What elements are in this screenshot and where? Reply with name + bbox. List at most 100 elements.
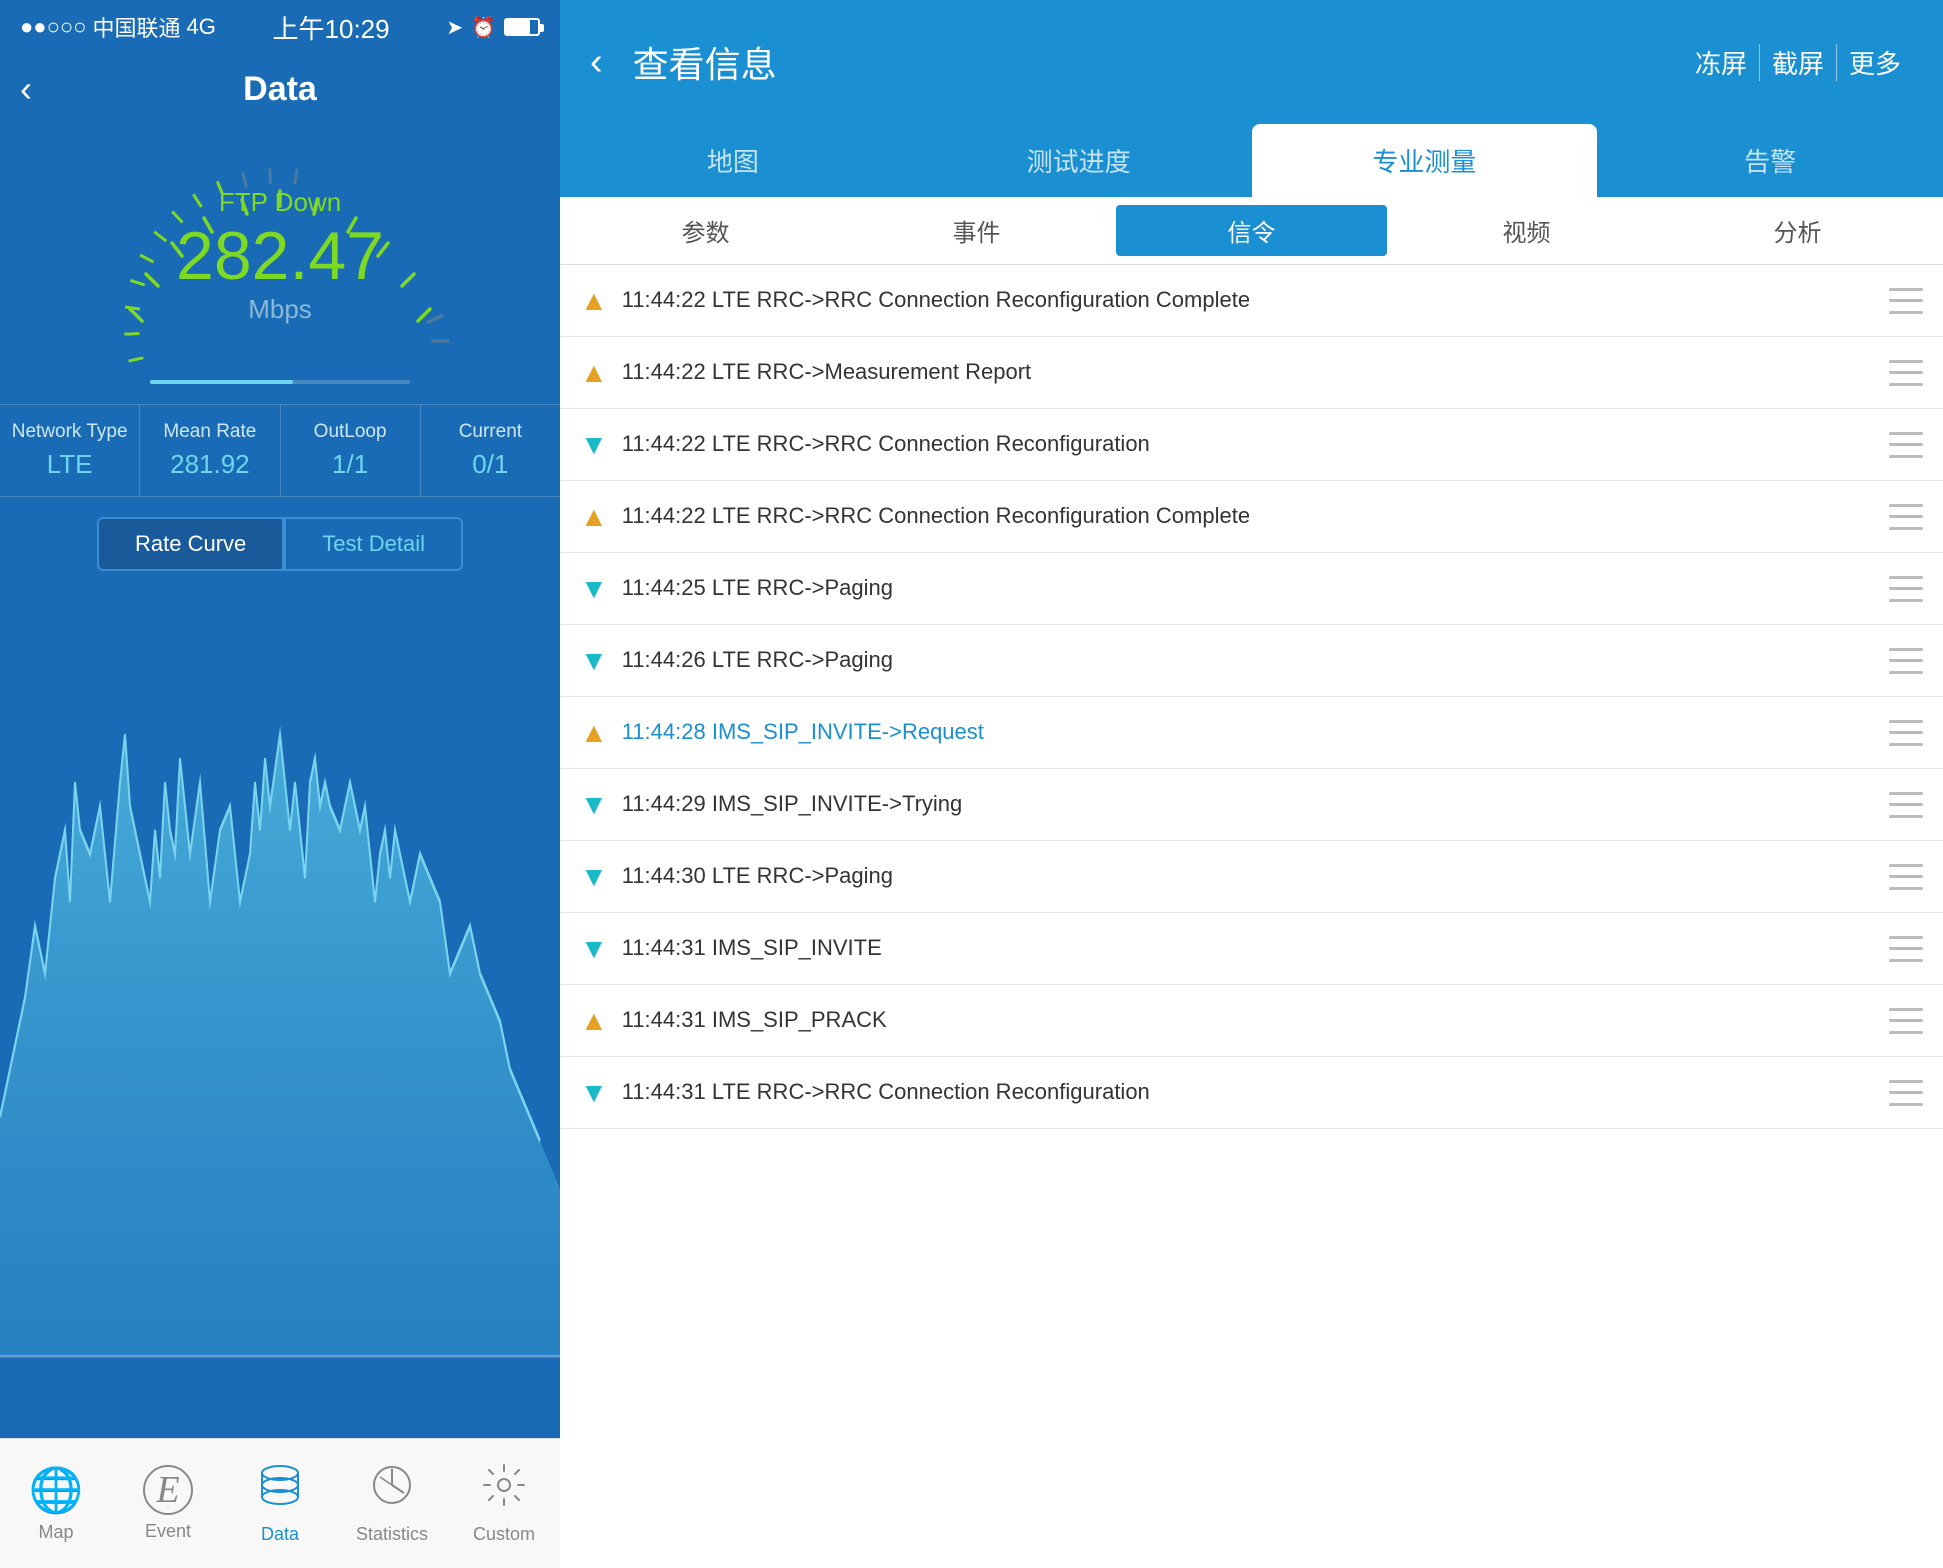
signal-text: 11:44:22 LTE RRC->RRC Connection Reconfi…: [622, 285, 1879, 316]
signal-menu-icon[interactable]: [1889, 792, 1923, 818]
network-type: 4G: [186, 14, 215, 40]
arrow-up-icon: ▲: [580, 1005, 608, 1037]
nav-event[interactable]: E Event: [112, 1439, 224, 1568]
freeze-button[interactable]: 冻屏: [1683, 44, 1760, 81]
gauge-text: FTP Down 282.47 Mbps: [176, 187, 384, 325]
signal-item[interactable]: ▲ 11:44:22 LTE RRC->RRC Connection Reconf…: [560, 265, 1943, 337]
signal-menu-icon[interactable]: [1889, 864, 1923, 890]
signal-menu-icon[interactable]: [1889, 720, 1923, 746]
tab-analysis[interactable]: 分析: [1662, 197, 1933, 264]
data-icon: [258, 1463, 302, 1518]
signal-dots: ●●○○○: [20, 14, 86, 40]
arrow-down-icon: ▼: [580, 789, 608, 821]
screenshot-button[interactable]: 截屏: [1760, 44, 1837, 81]
alarm-icon: ⏰: [471, 15, 496, 40]
arrow-up-icon: ▲: [580, 717, 608, 749]
signal-item[interactable]: ▼11:44:25 LTE RRC->Paging: [560, 553, 1943, 625]
signal-text: 11:44:31 IMS_SIP_INVITE: [622, 933, 1879, 964]
right-back-button[interactable]: ‹: [590, 41, 603, 84]
tab-signaling[interactable]: 信令: [1116, 205, 1387, 256]
carrier-name: 中国联通: [92, 11, 180, 43]
signal-item[interactable]: ▼ 11:44:29 IMS_SIP_INVITE->Trying: [560, 769, 1943, 841]
signal-menu-icon[interactable]: [1889, 288, 1923, 314]
stat-network-type: Network Type LTE: [0, 405, 140, 496]
nav-data[interactable]: Data: [224, 1439, 336, 1568]
progress-bar: [150, 380, 410, 384]
stat-network-type-value: LTE: [47, 449, 93, 480]
gauge-label: FTP Down: [176, 187, 384, 218]
nav-event-label: Event: [145, 1521, 191, 1542]
arrow-down-icon: ▼: [580, 1077, 608, 1109]
signal-text: 11:44:25 LTE RRC->Paging: [622, 573, 1879, 604]
signal-menu-icon[interactable]: [1889, 1080, 1923, 1106]
arrow-up-icon: ▲: [580, 501, 608, 533]
arrow-up-icon: ▲: [580, 285, 608, 317]
signal-menu-icon[interactable]: [1889, 576, 1923, 602]
signal-list: ▲ 11:44:22 LTE RRC->RRC Connection Reconf…: [560, 265, 1943, 1568]
status-time: 上午10:29: [273, 9, 390, 46]
nav-custom[interactable]: Custom: [448, 1439, 560, 1568]
tab-alarm[interactable]: 告警: [1597, 124, 1943, 197]
more-button[interactable]: 更多: [1837, 44, 1913, 81]
tab-events[interactable]: 事件: [841, 197, 1112, 264]
bottom-nav: 🌐 Map E Event Data Statistics Custom: [0, 1438, 560, 1568]
signal-item[interactable]: ▼11:44:22 LTE RRC->RRC Connection Reconf…: [560, 409, 1943, 481]
back-button[interactable]: ‹: [20, 68, 32, 110]
stat-outloop-label: OutLoop: [314, 421, 387, 443]
signal-text: 11:44:28 IMS_SIP_INVITE->Request: [622, 717, 1879, 748]
signal-menu-icon[interactable]: [1889, 1008, 1923, 1034]
right-header: ‹ 查看信息 冻屏 截屏 更多: [560, 0, 1943, 124]
arrow-down-icon: ▼: [580, 429, 608, 461]
tab-test-detail[interactable]: Test Detail: [284, 517, 463, 571]
signal-menu-icon[interactable]: [1889, 360, 1923, 386]
signal-menu-icon[interactable]: [1889, 432, 1923, 458]
signal-item[interactable]: ▼ 11:44:31 IMS_SIP_INVITE: [560, 913, 1943, 985]
arrow-down-icon: ▼: [580, 861, 608, 893]
stat-mean-rate-value: 281.92: [170, 449, 250, 480]
nav-statistics-label: Statistics: [356, 1524, 428, 1545]
nav-statistics[interactable]: Statistics: [336, 1439, 448, 1568]
signal-item[interactable]: ▼11:44:30 LTE RRC->Paging: [560, 841, 1943, 913]
stat-current: Current 0/1: [421, 405, 560, 496]
signal-item[interactable]: ▲ 11:44:28 IMS_SIP_INVITE->Request: [560, 697, 1943, 769]
tab-video[interactable]: 视频: [1391, 197, 1662, 264]
signal-menu-icon[interactable]: [1889, 936, 1923, 962]
tab-test-progress[interactable]: 测试进度: [906, 124, 1252, 197]
stat-outloop-value: 1/1: [332, 449, 368, 480]
signal-text: 11:44:22 LTE RRC->Measurement Report: [622, 357, 1879, 388]
map-icon: 🌐: [29, 1464, 84, 1516]
signal-text: 11:44:29 IMS_SIP_INVITE->Trying: [622, 789, 1879, 820]
tab-buttons: Rate Curve Test Detail: [97, 517, 463, 571]
signal-menu-icon[interactable]: [1889, 648, 1923, 674]
custom-icon: [482, 1463, 526, 1518]
tabs-row2: 参数 事件 信令 视频 分析: [560, 197, 1943, 265]
signal-item[interactable]: ▲11:44:31 IMS_SIP_PRACK: [560, 985, 1943, 1057]
page-title: Data: [243, 70, 317, 109]
nav-custom-label: Custom: [473, 1524, 535, 1545]
signal-item[interactable]: ▼ 11:44:31 LTE RRC->RRC Connection Reconf…: [560, 1057, 1943, 1129]
tab-professional[interactable]: 专业测量: [1252, 124, 1598, 197]
event-icon: E: [143, 1465, 193, 1515]
nav-map[interactable]: 🌐 Map: [0, 1439, 112, 1568]
tab-map[interactable]: 地图: [560, 124, 906, 197]
gauge-value: 282.47: [176, 222, 384, 290]
gauge-unit: Mbps: [176, 294, 384, 325]
statistics-icon: [370, 1463, 414, 1518]
signal-menu-icon[interactable]: [1889, 504, 1923, 530]
left-panel: ●●○○○ 中国联通 4G 上午10:29 ➤ ⏰ ‹ Data: [0, 0, 560, 1568]
signal-item[interactable]: ▲ 11:44:22 LTE RRC->Measurement Report: [560, 337, 1943, 409]
signal-text: 11:44:31 LTE RRC->RRC Connection Reconfi…: [622, 1077, 1879, 1108]
arrow-up-icon: ▲: [580, 357, 608, 389]
signal-item[interactable]: ▲11:44:22 LTE RRC->RRC Connection Reconf…: [560, 481, 1943, 553]
location-icon: ➤: [446, 15, 463, 40]
battery-icon: [504, 18, 540, 36]
nav-header: ‹ Data: [0, 54, 560, 124]
arrow-down-icon: ▼: [580, 933, 608, 965]
gauge-wrapper: FTP Down 282.47 Mbps: [100, 134, 460, 364]
tab-params[interactable]: 参数: [570, 197, 841, 264]
tab-rate-curve[interactable]: Rate Curve: [97, 517, 284, 571]
stat-mean-rate-label: Mean Rate: [163, 421, 256, 443]
stat-mean-rate: Mean Rate 281.92: [140, 405, 280, 496]
signal-item[interactable]: ▼11:44:26 LTE RRC->Paging: [560, 625, 1943, 697]
rate-chart: [0, 591, 560, 1428]
